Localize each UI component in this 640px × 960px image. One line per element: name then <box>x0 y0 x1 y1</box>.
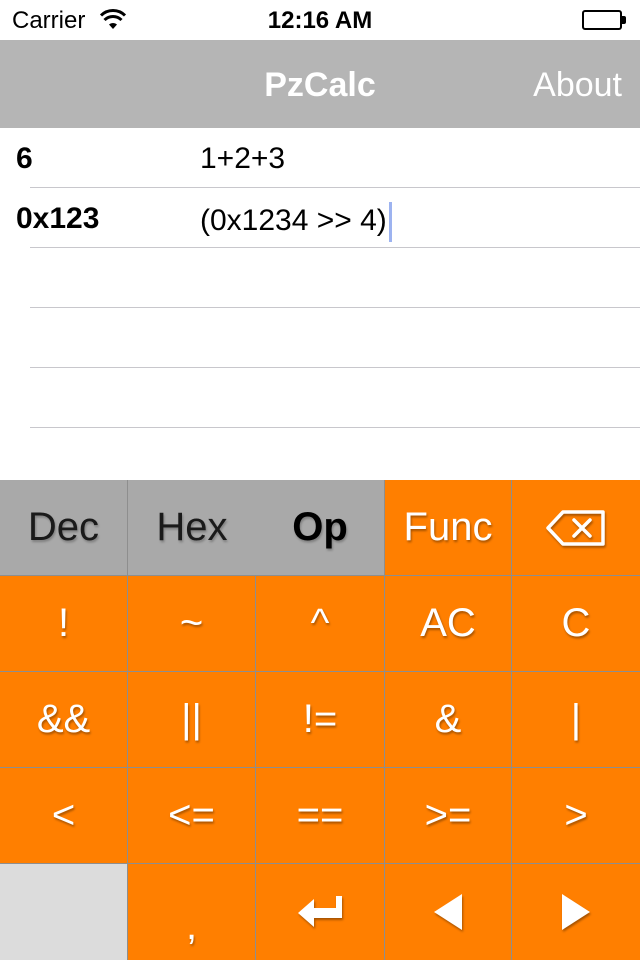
key-not-equal[interactable]: != <box>256 672 384 767</box>
text-cursor <box>388 202 392 242</box>
history-expression: 1+2+3 <box>200 142 286 175</box>
nav-bar: PzCalc About <box>0 40 640 128</box>
arrow-left-icon <box>432 892 464 932</box>
key-not[interactable]: ! <box>0 576 127 671</box>
key-equal[interactable]: == <box>256 768 384 863</box>
key-all-clear[interactable]: AC <box>385 576 511 671</box>
key-logical-or[interactable]: || <box>128 672 255 767</box>
row-divider <box>30 427 640 428</box>
arrow-right-icon <box>560 892 592 932</box>
enter-button[interactable] <box>256 864 384 960</box>
empty-row <box>0 308 640 368</box>
key-bitwise-not[interactable]: ~ <box>128 576 255 671</box>
key-bitwise-or[interactable]: | <box>512 672 640 767</box>
status-time: 12:16 AM <box>267 7 373 34</box>
mode-op-button[interactable]: Op <box>256 480 384 575</box>
empty-row <box>0 248 640 308</box>
backspace-button[interactable] <box>512 480 640 575</box>
cursor-right-button[interactable] <box>512 864 640 960</box>
history-row[interactable]: 0x123 (0x1234 >> 4) <box>0 188 640 248</box>
cursor-left-button[interactable] <box>385 864 511 960</box>
key-greater-than[interactable]: > <box>512 768 640 863</box>
backspace-icon <box>545 509 607 546</box>
mode-hex-button[interactable]: Hex <box>128 480 256 575</box>
func-button[interactable]: Func <box>385 480 511 575</box>
blank-key <box>0 864 127 960</box>
history-result: 0x123 <box>16 202 100 235</box>
history-list: 6 1+2+3 0x123 (0x1234 >> 4) <box>0 128 640 480</box>
key-less-than[interactable]: < <box>0 768 127 863</box>
expression-input[interactable]: (0x1234 >> 4) <box>200 202 392 242</box>
keypad: Dec Hex Op Func ! ~ ^ AC C && || != & | … <box>0 480 640 960</box>
key-greater-equal[interactable]: >= <box>385 768 511 863</box>
battery-icon <box>582 10 626 30</box>
mode-dec-button[interactable]: Dec <box>0 480 127 575</box>
empty-row <box>0 368 640 428</box>
about-button[interactable]: About <box>533 66 622 105</box>
history-result: 6 <box>16 142 33 175</box>
key-less-equal[interactable]: <= <box>128 768 255 863</box>
key-clear[interactable]: C <box>512 576 640 671</box>
status-bar: Carrier 12:16 AM <box>0 0 640 40</box>
expression-text: (0x1234 >> 4) <box>200 203 387 237</box>
key-logical-and[interactable]: && <box>0 672 127 767</box>
history-row[interactable]: 6 1+2+3 <box>0 128 640 188</box>
key-bitwise-and[interactable]: & <box>385 672 511 767</box>
key-xor[interactable]: ^ <box>256 576 384 671</box>
return-icon <box>296 894 344 930</box>
key-comma[interactable]: , <box>128 864 255 960</box>
